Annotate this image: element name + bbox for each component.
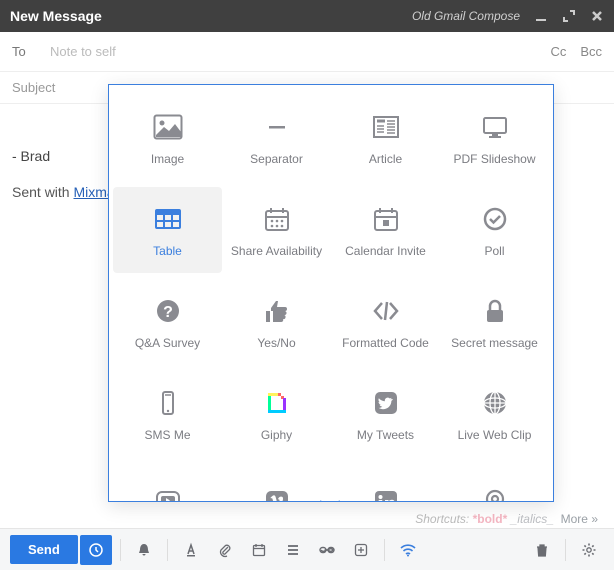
linkedin-icon (369, 485, 403, 502)
popover-item-separator[interactable]: Separator (222, 95, 331, 181)
secret-message-icon (478, 294, 512, 328)
popover-item-label: Article (369, 152, 402, 166)
to-input[interactable] (48, 40, 550, 63)
location-icon (478, 485, 512, 502)
to-row: To Cc Bcc (0, 32, 614, 72)
giphy-icon (260, 386, 294, 420)
image-icon (151, 110, 185, 144)
cc-button[interactable]: Cc (550, 44, 566, 59)
popover-item-label: SMS Me (144, 428, 190, 442)
title-bar: New Message Old Gmail Compose (0, 0, 614, 32)
popover-item-label: Formatted Code (342, 336, 429, 350)
popover-item-label: Image (151, 152, 184, 166)
popover-item-giphy[interactable]: Giphy (222, 371, 331, 457)
popover-item-vimeo[interactable] (222, 463, 331, 502)
bell-icon[interactable] (129, 535, 159, 565)
popover-item-label: Yes/No (257, 336, 295, 350)
compose-window: New Message Old Gmail Compose To Cc Bcc … (0, 0, 614, 570)
popover-item-yesno[interactable]: Yes/No (222, 279, 331, 365)
expand-icon[interactable] (562, 9, 576, 23)
popover-item-linkedin[interactable] (331, 463, 440, 502)
popover-item-share-availability[interactable]: Share Availability (222, 187, 331, 273)
pdf-slideshow-icon (478, 110, 512, 144)
window-title: New Message (10, 8, 102, 24)
send-button[interactable]: Send (10, 535, 78, 564)
popover-item-pdf-slideshow[interactable]: PDF Slideshow (440, 95, 549, 181)
vimeo-icon (260, 485, 294, 502)
popover-item-label: Giphy (261, 428, 292, 442)
popover-item-sms-me[interactable]: SMS Me (113, 371, 222, 457)
link-icon[interactable] (312, 535, 342, 565)
formatted-code-icon (369, 294, 403, 328)
bcc-button[interactable]: Bcc (580, 44, 602, 59)
popover-item-formatted-code[interactable]: Formatted Code (331, 279, 440, 365)
popover-item-secret-message[interactable]: Secret message (440, 279, 549, 365)
separator-icon (260, 110, 294, 144)
close-icon[interactable] (590, 9, 604, 23)
popover-item-label: PDF Slideshow (453, 152, 535, 166)
popover-item-image[interactable]: Image (113, 95, 222, 181)
popover-item-label: Live Web Clip (458, 428, 532, 442)
popover-item-label: Share Availability (231, 244, 322, 258)
list-icon[interactable] (278, 535, 308, 565)
to-label: To (12, 44, 48, 59)
calendar-icon[interactable] (244, 535, 274, 565)
sms-me-icon (151, 386, 185, 420)
popover-item-location[interactable] (440, 463, 549, 502)
article-icon (369, 110, 403, 144)
youtube-icon: Tube (151, 485, 185, 502)
format-icon[interactable] (176, 535, 206, 565)
popover-item-poll[interactable]: Poll (440, 187, 549, 273)
yesno-icon (260, 294, 294, 328)
popover-item-qa-survey[interactable]: ? Q&A Survey (113, 279, 222, 365)
old-gmail-compose-link[interactable]: Old Gmail Compose (412, 9, 520, 23)
popover-item-youtube[interactable]: Tube (113, 463, 222, 502)
qa-survey-icon: ? (151, 294, 185, 328)
wifi-icon[interactable] (393, 535, 423, 565)
attach-icon[interactable] (210, 535, 240, 565)
popover-item-label: Separator (250, 152, 303, 166)
poll-icon (478, 202, 512, 236)
live-web-clip-icon (478, 386, 512, 420)
popover-item-label: Q&A Survey (135, 336, 200, 350)
popover-item-live-web-clip[interactable]: Live Web Clip (440, 371, 549, 457)
popover-item-my-tweets[interactable]: My Tweets (331, 371, 440, 457)
share-availability-icon (260, 202, 294, 236)
schedule-send-button[interactable] (80, 535, 112, 565)
popover-item-label: Poll (484, 244, 504, 258)
popover-item-label: Secret message (451, 336, 538, 350)
popover-item-label: Table (153, 244, 182, 258)
popover-item-label: Calendar Invite (345, 244, 426, 258)
calendar-invite-icon (369, 202, 403, 236)
table-icon (151, 202, 185, 236)
insert-popover: Image Separator Article PDF Slideshow Table S… (108, 84, 554, 502)
minimize-icon[interactable] (534, 9, 548, 23)
svg-text:?: ? (163, 304, 173, 321)
popover-item-article[interactable]: Article (331, 95, 440, 181)
bottom-toolbar: Send (0, 528, 614, 570)
popover-item-calendar-invite[interactable]: Calendar Invite (331, 187, 440, 273)
popover-item-label: My Tweets (357, 428, 414, 442)
shortcuts-hint: Shortcuts: *bold* _italics_ More » (415, 512, 598, 526)
popover-item-table[interactable]: Table (113, 187, 222, 273)
my-tweets-icon (369, 386, 403, 420)
shortcuts-more-link[interactable]: More » (561, 512, 598, 526)
insert-icon[interactable] (346, 535, 376, 565)
trash-icon[interactable] (527, 535, 557, 565)
gear-icon[interactable] (574, 535, 604, 565)
